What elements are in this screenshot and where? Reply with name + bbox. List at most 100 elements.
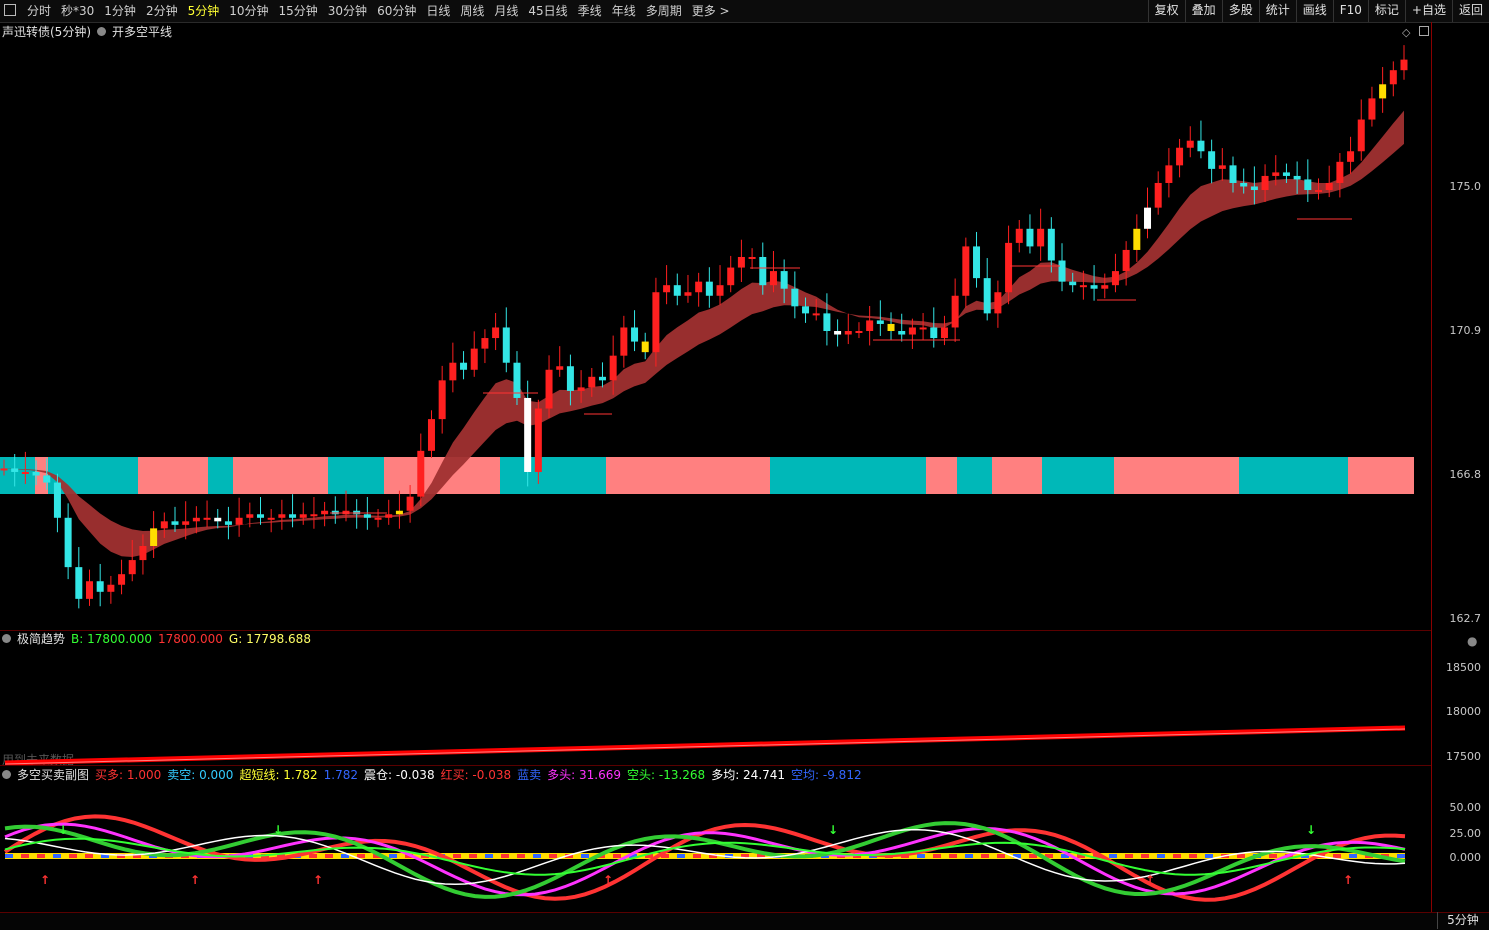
period-tab-15[interactable]: 多周期: [641, 0, 687, 22]
candle-body: [609, 355, 617, 381]
candle-body: [32, 471, 40, 476]
band-segment: [606, 457, 770, 494]
down-arrow-icon: ↓: [828, 823, 839, 837]
diamond-icon[interactable]: ◇: [1402, 26, 1410, 39]
period-tab-16[interactable]: 更多 >: [687, 0, 735, 22]
period-tabs: 分时 秒*30 1分钟 2分钟 5分钟 10分钟 15分钟 30分钟 60分钟 日线 周线 月线 45日…: [22, 0, 735, 22]
period-tab-10[interactable]: 周线: [455, 0, 489, 22]
tool-button-2[interactable]: 多股: [1221, 0, 1259, 22]
period-tab-13[interactable]: 季线: [573, 0, 607, 22]
period-tab-14[interactable]: 年线: [607, 0, 641, 22]
tool-button-6[interactable]: 标记: [1367, 0, 1405, 22]
candle-body: [834, 331, 842, 335]
period-tab-8[interactable]: 60分钟: [372, 0, 421, 22]
candle-body: [1336, 161, 1344, 183]
down-arrow-icon: ↓: [1306, 823, 1317, 837]
bs-stat-4: 震仓: -0.038: [364, 768, 435, 782]
candle-body: [438, 380, 446, 420]
period-tab-5[interactable]: 10分钟: [224, 0, 273, 22]
settings-circle-icon[interactable]: [2, 634, 11, 643]
candle-body: [737, 256, 745, 268]
candle-body: [256, 514, 264, 518]
tool-button-7[interactable]: +自选: [1404, 0, 1452, 22]
candle-body: [1229, 165, 1237, 183]
tool-button-8[interactable]: 返回: [1451, 0, 1489, 22]
candle-body: [695, 281, 703, 293]
candle-body: [1304, 179, 1312, 191]
candle-body: [1250, 186, 1258, 191]
candle-body: [1090, 285, 1098, 289]
candle-body: [395, 510, 403, 515]
period-tab-4[interactable]: 5分钟: [183, 0, 225, 22]
candle-body: [96, 581, 104, 592]
candle-body: [759, 256, 767, 286]
settings-circle-icon[interactable]: [97, 27, 106, 36]
candle-body: [160, 521, 168, 529]
indicator-name[interactable]: 开多空平线: [112, 24, 172, 40]
tool-button-0[interactable]: 复权: [1147, 0, 1185, 22]
candle-body: [1400, 59, 1408, 71]
candle-body: [641, 341, 649, 353]
security-title[interactable]: 声迅转债(5分钟): [2, 24, 91, 40]
candle-body: [374, 517, 382, 520]
tool-button-1[interactable]: 叠加: [1184, 0, 1222, 22]
candle-body: [930, 327, 938, 339]
maximize-icon[interactable]: [1419, 26, 1429, 36]
period-tab-0[interactable]: 分时: [22, 0, 56, 22]
candle-body: [417, 450, 425, 497]
candle-body: [1176, 147, 1184, 166]
period-tab-3[interactable]: 2分钟: [141, 0, 183, 22]
candle-body: [363, 514, 371, 518]
settings-circle-icon[interactable]: [2, 770, 11, 779]
candle-body: [1154, 182, 1162, 208]
band-segment: [926, 457, 957, 494]
trend-tick-2: 18000: [1446, 705, 1481, 718]
window-icon[interactable]: [4, 4, 16, 16]
candle-body: [769, 271, 777, 286]
candle-body: [951, 295, 959, 328]
period-tab-6[interactable]: 15分钟: [274, 0, 323, 22]
candle-body: [844, 331, 852, 335]
bs-stat-1: 卖空: 0.000: [167, 768, 234, 782]
bs-tick-2: 25.00: [1449, 827, 1482, 840]
candle-body: [1069, 281, 1077, 286]
bs-title[interactable]: 多空买卖副图: [17, 767, 89, 783]
period-tab-2[interactable]: 1分钟: [99, 0, 141, 22]
candle-body: [214, 517, 222, 522]
period-tab-12[interactable]: 45日线: [523, 0, 572, 22]
candle-body: [876, 320, 884, 324]
candle-body: [128, 560, 136, 575]
candle-body: [278, 514, 286, 518]
up-arrow-icon: ↑: [313, 873, 324, 887]
period-badge[interactable]: 5分钟: [1437, 912, 1488, 929]
candle-body: [43, 475, 51, 483]
candle-body: [107, 584, 115, 592]
period-tab-11[interactable]: 月线: [489, 0, 523, 22]
candle-body: [1047, 228, 1055, 261]
period-tab-9[interactable]: 日线: [421, 0, 455, 22]
bs-stat-6: 蓝卖: [517, 768, 542, 782]
band-segment: [1239, 457, 1348, 494]
up-arrow-icon: ↑: [40, 873, 51, 887]
main-panel-header: 声迅转债(5分钟) 开多空平线: [2, 24, 172, 40]
settings-dot-icon[interactable]: ●: [1467, 634, 1477, 648]
price-tick-3: 166.8: [1449, 468, 1482, 481]
period-tab-7[interactable]: 30分钟: [323, 0, 372, 22]
tool-button-5[interactable]: F10: [1332, 0, 1368, 22]
band-segment: [138, 457, 208, 494]
candle-body: [1347, 151, 1355, 162]
candle-body: [855, 331, 863, 333]
price-chart[interactable]: [0, 40, 1430, 630]
period-tab-1[interactable]: 秒*30: [56, 0, 99, 22]
candle-body: [908, 327, 916, 335]
tool-button-3[interactable]: 统计: [1258, 0, 1296, 22]
candle-body: [267, 517, 275, 520]
tool-button-4[interactable]: 画线: [1295, 0, 1333, 22]
candle-body: [1208, 151, 1216, 169]
candle-body: [171, 521, 179, 525]
candle-body: [1101, 285, 1109, 289]
band-segment: [992, 457, 1042, 494]
bs-panel-header: 多空买卖副图 买多: 1.000 卖空: 0.000 超短线: 1.782 1.782…: [2, 767, 862, 783]
tool-buttons: 复权 叠加 多股 统计 画线 F10 标记 +自选 返回: [1147, 0, 1489, 22]
candle-body: [246, 514, 254, 518]
